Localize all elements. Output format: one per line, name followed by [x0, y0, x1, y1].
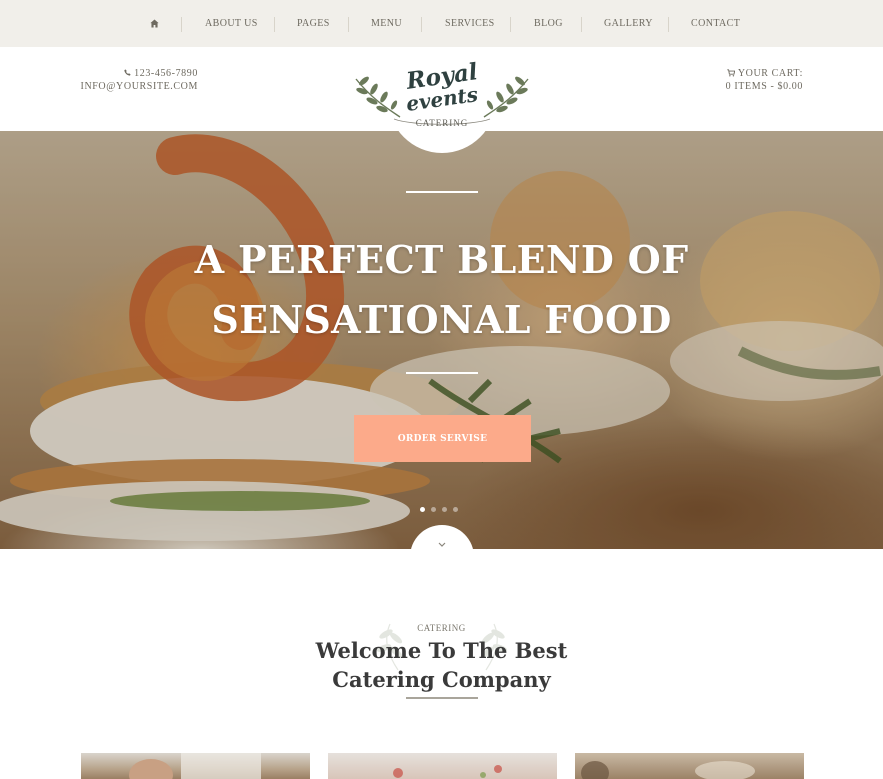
nav-divider — [581, 17, 582, 32]
nav-item-about-us[interactable]: ABOUT US — [205, 0, 258, 47]
site-logo[interactable]: Royal events CATERING — [352, 47, 532, 157]
nav-item-pages[interactable]: PAGES — [297, 0, 330, 47]
logo-tagline: CATERING — [415, 118, 469, 128]
phone-line[interactable]: 123-456-7890 — [81, 67, 198, 80]
nav-divider — [274, 17, 275, 32]
contact-info: 123-456-7890 INFO@YOURSITE.COM — [81, 67, 198, 93]
nav-item-contact[interactable]: CONTACT — [691, 0, 740, 47]
email-link[interactable]: INFO@YOURSITE.COM — [81, 80, 198, 93]
hero-title-line1: A PERFECT BLEND OF — [194, 237, 689, 282]
slider-dot[interactable] — [453, 507, 458, 512]
nav-item-gallery[interactable]: GALLERY — [604, 0, 653, 47]
nav-item-blog[interactable]: BLOG — [534, 0, 563, 47]
cart-icon — [727, 69, 736, 77]
nav-divider — [181, 17, 182, 32]
nav-item-services[interactable]: SERVICES — [445, 0, 495, 47]
table-setting-photo — [581, 761, 755, 779]
phone-icon — [124, 69, 131, 76]
chef-photo — [129, 753, 261, 779]
nav-item-menu[interactable]: MENU — [371, 0, 402, 47]
home-icon[interactable] — [150, 19, 159, 28]
cart-label-line: YOUR CART: — [725, 67, 803, 80]
slider-dot[interactable] — [431, 507, 436, 512]
dish-photo — [393, 765, 502, 778]
hero-top-divider — [406, 191, 478, 193]
nav-divider — [668, 17, 669, 32]
slider-dot[interactable] — [420, 507, 425, 512]
nav-divider — [421, 17, 422, 32]
hero-bottom-divider — [406, 372, 478, 374]
slider-dot[interactable] — [442, 507, 447, 512]
section-title-line2: Catering Company — [332, 667, 551, 692]
service-card-image[interactable] — [575, 753, 804, 779]
hero-title-line2: SENSATIONAL FOOD — [211, 297, 672, 342]
order-service-button[interactable]: ORDER SERVISE — [354, 415, 531, 462]
service-card-image[interactable] — [328, 753, 557, 779]
hero-slider: A PERFECT BLEND OF SENSATIONAL FOOD ORDE… — [0, 131, 883, 549]
service-card-image[interactable] — [81, 753, 310, 779]
nav-divider — [348, 17, 349, 32]
section-title-line1: Welcome To The Best — [315, 638, 568, 663]
top-navigation: ABOUT US PAGES MENU SERVICES BLOG GALLER… — [0, 0, 883, 47]
section-title-divider — [406, 697, 478, 699]
cart-summary: 0 ITEMS - $0.00 — [725, 81, 803, 92]
cart-widget[interactable]: YOUR CART: 0 ITEMS - $0.00 — [725, 67, 803, 93]
phone-number: 123-456-7890 — [134, 68, 198, 79]
scroll-down-button[interactable] — [410, 525, 474, 589]
chevron-down-icon — [438, 542, 446, 547]
section-eyebrow: CATERING — [417, 623, 466, 633]
nav-divider — [510, 17, 511, 32]
hero-title: A PERFECT BLEND OF SENSATIONAL FOOD — [0, 230, 883, 350]
section-title: Welcome To The Best Catering Company — [0, 636, 883, 694]
cart-label: YOUR CART: — [737, 68, 803, 79]
